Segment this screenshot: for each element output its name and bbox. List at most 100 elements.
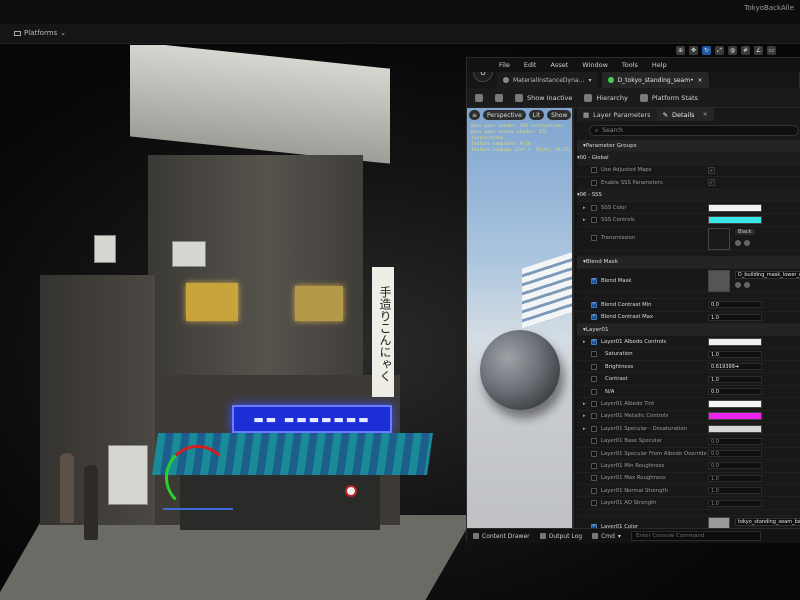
texture-thumbnail[interactable] (708, 227, 730, 250)
tab-d-tokyo-standing-seam[interactable]: D_tokyo_standing_seam• × (601, 72, 709, 88)
override-checkbox[interactable] (591, 450, 597, 457)
override-checkbox[interactable] (591, 438, 597, 445)
platforms-button[interactable]: Platforms ⌄ (14, 29, 66, 37)
tab-material-instance-dynamic[interactable]: MaterialInstanceDyna… ▾ (497, 72, 598, 88)
color-swatch[interactable] (708, 424, 762, 433)
value-field[interactable]: 1.0 (708, 350, 762, 358)
color-swatch[interactable] (708, 203, 762, 212)
expand-arrow-icon[interactable]: ▸ (583, 401, 586, 407)
override-checkbox[interactable] (591, 413, 597, 420)
override-checkbox[interactable] (591, 277, 597, 284)
browse-button[interactable] (495, 93, 503, 102)
override-checkbox[interactable] (591, 388, 597, 395)
select-tool-icon[interactable]: ⊕ (676, 46, 685, 55)
browse-icon[interactable] (744, 282, 750, 289)
override-checkbox[interactable] (591, 167, 597, 174)
console-input[interactable]: Enter Console Command (630, 531, 761, 541)
menu-edit[interactable]: Edit (524, 61, 537, 69)
texture-thumbnail[interactable] (708, 270, 730, 293)
color-swatch[interactable] (708, 399, 762, 408)
group-header[interactable]: ▾ Parameter Groups (577, 140, 800, 153)
move-tool-icon[interactable]: ✥ (689, 46, 698, 55)
menu-window[interactable]: Window (582, 61, 608, 69)
subgroup-header[interactable]: ▾ 00 - Global (577, 152, 800, 165)
preview-menu-button[interactable]: ≡ (469, 110, 481, 120)
override-checkbox[interactable] (591, 462, 597, 469)
value-field[interactable]: 0.0 (708, 437, 762, 445)
override-checkbox[interactable] (591, 217, 597, 224)
globe-icon[interactable]: ◍ (728, 46, 737, 55)
cmd-dropdown[interactable]: Cmd ▾ (592, 533, 621, 540)
color-swatch[interactable] (708, 216, 762, 225)
texture-name-field[interactable]: D_building_mask_lower_mo (735, 271, 800, 280)
value-field[interactable]: 1.0 (708, 375, 762, 383)
value-field[interactable]: 1.0 (708, 499, 762, 507)
content-drawer-button[interactable]: Content Drawer (473, 533, 530, 540)
override-checkbox[interactable] (591, 400, 597, 407)
override-checkbox[interactable] (591, 338, 597, 345)
use-selected-icon[interactable] (735, 282, 741, 289)
group-header[interactable]: ▾ Blend Mask (577, 256, 800, 270)
platform-stats-button[interactable]: Platform Stats (639, 93, 698, 102)
value-field[interactable]: 1.0 (708, 474, 762, 482)
override-checkbox[interactable] (591, 363, 597, 370)
angle-snap-icon[interactable]: ∠ (754, 46, 763, 55)
value-field[interactable]: 0.0 (708, 301, 762, 309)
tab-layer-parameters[interactable]: ▦ Layer Parameters (577, 108, 657, 121)
value-field[interactable]: 1.0 (708, 313, 762, 321)
group-header[interactable]: ▾ Layer01 (577, 323, 800, 337)
show-inactive-button[interactable]: Show Inactive (515, 93, 572, 102)
subgroup-header[interactable]: ▾ 06 - SSS (577, 189, 800, 202)
rotate-tool-icon[interactable]: ↻ (702, 46, 711, 55)
value-checkbox[interactable]: ✓ (708, 179, 715, 187)
menu-tools[interactable]: Tools (622, 61, 638, 69)
camera-speed-icon[interactable]: ▭ (767, 46, 776, 55)
value-checkbox[interactable]: ✓ (708, 166, 715, 174)
override-checkbox[interactable] (591, 301, 597, 308)
value-field[interactable]: 0.0 (708, 462, 762, 470)
expand-arrow-icon[interactable]: ▸ (583, 217, 586, 223)
close-icon[interactable]: × (703, 111, 708, 118)
expand-arrow-icon[interactable]: ▸ (583, 205, 586, 211)
expand-arrow-icon[interactable]: ▸ (583, 426, 586, 432)
value-field[interactable]: 1.0 (708, 487, 762, 495)
override-checkbox[interactable] (591, 204, 597, 211)
output-log-button[interactable]: Output Log (539, 533, 582, 540)
color-swatch[interactable] (708, 337, 762, 346)
gizmo-arc[interactable] (165, 445, 230, 510)
scale-tool-icon[interactable]: ⤢ (715, 46, 724, 55)
override-checkbox[interactable] (591, 313, 597, 321)
override-checkbox[interactable] (591, 351, 597, 358)
menu-help[interactable]: Help (652, 61, 667, 69)
gizmo-axis[interactable] (163, 508, 233, 510)
expand-arrow-icon[interactable]: ▸ (583, 413, 586, 419)
override-checkbox[interactable] (591, 235, 597, 242)
color-swatch[interactable] (708, 412, 762, 421)
menu-asset[interactable]: Asset (550, 61, 568, 69)
override-checkbox[interactable] (591, 179, 597, 186)
close-icon[interactable]: × (698, 77, 703, 84)
value-field[interactable]: 0.0 (708, 388, 762, 396)
details-search-input[interactable]: ⌕ Search (589, 125, 799, 136)
browse-icon[interactable] (744, 239, 750, 246)
material-preview-viewport[interactable]: ≡ Perspective Lit Show Base pass shader:… (467, 108, 574, 528)
texture-name-field[interactable]: tokyo_standing_seam_baseC (735, 517, 800, 526)
perspective-button[interactable]: Perspective (483, 110, 526, 120)
grid-snap-icon[interactable]: # (741, 46, 750, 55)
value-field[interactable]: 0.619399➔ (708, 363, 762, 371)
tab-details[interactable]: ✎ Details × (656, 108, 714, 121)
override-checkbox[interactable] (591, 475, 597, 482)
texture-dropdown[interactable]: Black (735, 228, 755, 235)
value-field[interactable]: 0.0 (708, 450, 762, 457)
use-selected-icon[interactable] (735, 239, 741, 246)
override-checkbox[interactable] (591, 500, 597, 507)
hierarchy-button[interactable]: Hierarchy (584, 93, 628, 102)
lit-button[interactable]: Lit (528, 110, 545, 120)
override-checkbox[interactable] (591, 376, 597, 383)
menu-file[interactable]: File (499, 61, 510, 69)
expand-arrow-icon[interactable]: ▸ (583, 339, 586, 345)
save-button[interactable] (475, 93, 483, 102)
override-checkbox[interactable] (591, 487, 597, 494)
show-button[interactable]: Show (547, 110, 572, 120)
override-checkbox[interactable] (591, 425, 597, 432)
